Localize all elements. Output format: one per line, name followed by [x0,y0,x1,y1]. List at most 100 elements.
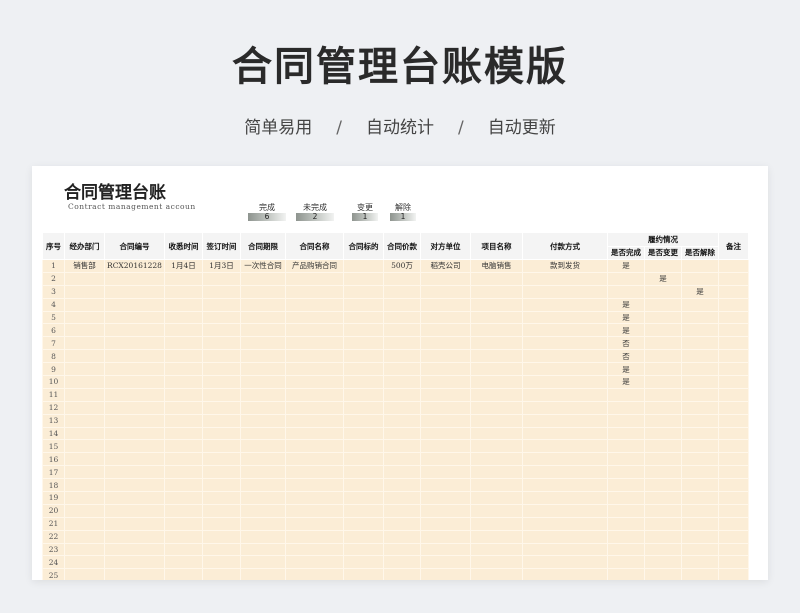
table-cell[interactable] [104,555,165,570]
table-cell[interactable] [240,452,286,467]
table-cell[interactable] [383,516,421,531]
table-cell[interactable] [470,297,523,312]
table-cell[interactable] [420,284,471,299]
table-cell[interactable] [522,478,608,493]
table-cell[interactable] [470,336,523,351]
table-cell[interactable] [240,529,286,544]
table-cell[interactable]: 稻壳公司 [420,259,471,273]
table-cell[interactable] [522,542,608,557]
table-cell[interactable] [64,465,105,480]
table-cell[interactable] [383,555,421,570]
table-cell[interactable] [240,362,286,377]
table-cell[interactable] [64,271,105,286]
table-cell[interactable] [202,271,241,286]
table-cell[interactable] [383,362,421,377]
table-cell[interactable] [681,465,719,480]
table-cell[interactable] [285,323,344,338]
table-cell[interactable] [470,362,523,377]
table-cell[interactable] [240,297,286,312]
table-cell[interactable] [420,465,471,480]
table-cell[interactable] [470,284,523,299]
table-cell[interactable] [522,465,608,480]
table-cell[interactable] [285,555,344,570]
table-cell[interactable] [420,439,471,454]
table-cell[interactable] [470,323,523,338]
table-cell[interactable] [644,413,682,428]
table-cell[interactable] [420,555,471,570]
table-cell[interactable] [164,271,203,286]
table-cell[interactable] [240,439,286,454]
table-cell[interactable] [202,542,241,557]
table-cell[interactable] [64,375,105,389]
table-cell[interactable] [470,375,523,389]
table-cell[interactable] [104,478,165,493]
table-cell[interactable] [522,413,608,428]
table-cell[interactable] [644,387,682,402]
table-cell[interactable] [202,362,241,377]
table-cell[interactable] [104,310,165,325]
table-cell[interactable] [718,516,749,531]
table-cell[interactable] [285,491,344,505]
table-cell[interactable] [64,413,105,428]
table-cell[interactable] [607,439,645,454]
table-cell[interactable] [343,426,384,441]
table-cell[interactable] [718,297,749,312]
table-cell[interactable] [470,452,523,467]
table-cell[interactable] [240,375,286,389]
table-cell[interactable] [644,452,682,467]
table-cell[interactable] [202,400,241,415]
table-cell[interactable] [64,323,105,338]
table-cell[interactable] [285,375,344,389]
table-cell[interactable] [522,491,608,505]
table-cell[interactable] [202,478,241,493]
table-cell[interactable] [285,452,344,467]
table-cell[interactable] [64,478,105,493]
table-cell[interactable] [681,362,719,377]
table-cell[interactable]: 是 [607,310,645,325]
table-cell[interactable] [718,387,749,402]
table-cell[interactable] [383,284,421,299]
table-cell[interactable] [343,529,384,544]
table-cell[interactable] [718,491,749,505]
table-cell[interactable] [420,478,471,493]
table-cell[interactable] [164,413,203,428]
table-cell[interactable] [343,516,384,531]
table-cell[interactable] [104,323,165,338]
table-cell[interactable] [383,542,421,557]
row-number[interactable]: 14 [42,426,65,441]
table-cell[interactable] [285,516,344,531]
table-cell[interactable] [522,271,608,286]
row-number[interactable]: 21 [42,516,65,531]
table-cell[interactable] [644,491,682,505]
table-cell[interactable] [522,336,608,351]
table-cell[interactable] [240,542,286,557]
table-cell[interactable] [104,271,165,286]
table-cell[interactable] [164,310,203,325]
table-cell[interactable] [343,400,384,415]
table-cell[interactable]: 1月3日 [202,259,241,273]
table-cell[interactable] [202,297,241,312]
table-cell[interactable] [420,568,471,580]
table-cell[interactable] [383,478,421,493]
table-cell[interactable] [470,465,523,480]
row-number[interactable]: 20 [42,503,65,518]
table-cell[interactable] [383,271,421,286]
row-number[interactable]: 24 [42,555,65,570]
table-cell[interactable] [383,413,421,428]
table-cell[interactable] [681,516,719,531]
table-cell[interactable] [343,375,384,389]
table-cell[interactable] [104,362,165,377]
table-cell[interactable] [718,568,749,580]
table-cell[interactable] [420,426,471,441]
table-cell[interactable]: 是 [607,323,645,338]
table-cell[interactable]: 否 [607,336,645,351]
table-cell[interactable] [104,387,165,402]
table-cell[interactable] [644,439,682,454]
table-cell[interactable] [164,478,203,493]
table-cell[interactable] [164,284,203,299]
table-cell[interactable] [718,400,749,415]
table-cell[interactable] [64,516,105,531]
table-cell[interactable] [202,284,241,299]
table-cell[interactable] [383,568,421,580]
table-cell[interactable] [343,284,384,299]
